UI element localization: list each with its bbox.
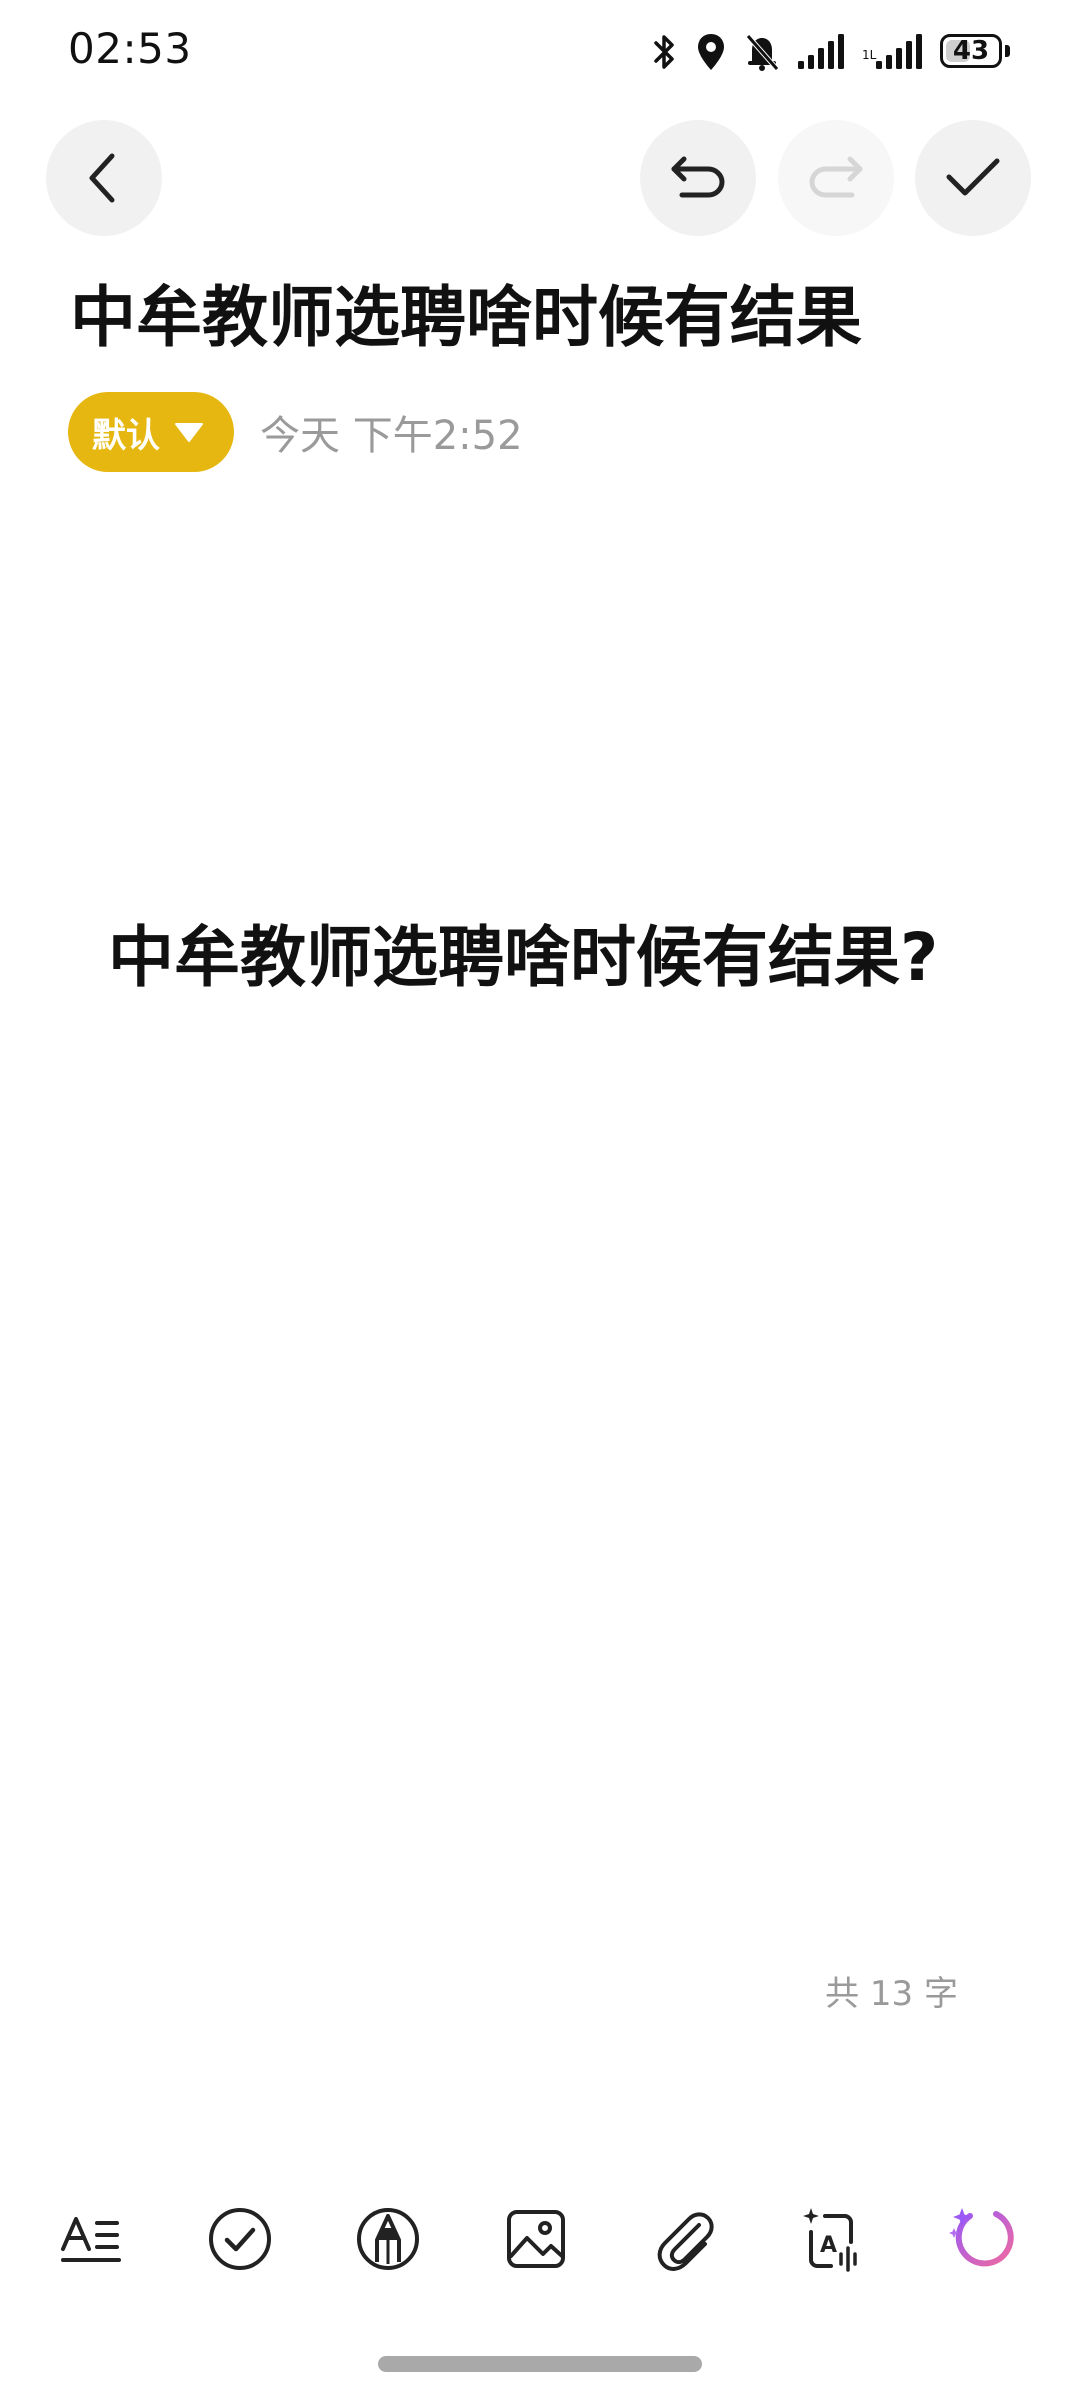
undo-icon [671, 156, 725, 198]
attachment-button[interactable] [630, 2184, 740, 2294]
note-meta: 默认 今天 下午2:52 [68, 392, 523, 472]
category-label: 默认 [92, 415, 160, 456]
ai-assistant-button[interactable] [926, 2184, 1036, 2294]
checklist-icon [209, 2208, 271, 2270]
check-icon [946, 158, 1000, 196]
done-button[interactable] [915, 120, 1031, 236]
ai-text-icon: A [803, 2208, 857, 2272]
status-bar: 02:53 1L 43 [0, 0, 1080, 100]
note-title[interactable]: 中牟教师选聘啥时候有结果 [70, 281, 862, 355]
pen-button[interactable] [333, 2184, 443, 2294]
triangle-down-icon [175, 423, 203, 442]
ai-assistant-icon [949, 2208, 1014, 2267]
battery-level: 43 [952, 36, 990, 66]
chevron-left-icon [89, 153, 115, 203]
svg-text:A: A [820, 2233, 837, 2258]
status-icons: 1L 43 [652, 30, 1010, 74]
image-icon [507, 2210, 565, 2268]
redo-button[interactable] [778, 120, 894, 236]
insert-image-button[interactable] [481, 2184, 591, 2294]
svg-text:1L: 1L [862, 48, 877, 62]
home-indicator[interactable] [378, 2356, 702, 2372]
battery-icon: 43 [940, 34, 1010, 70]
text-format-button[interactable] [36, 2184, 146, 2294]
attachment-icon [657, 2212, 714, 2271]
note-timestamp: 今天 下午2:52 [260, 413, 523, 459]
signal-icon-2: 1L [862, 34, 922, 69]
redo-icon [809, 156, 863, 198]
text-format-icon [61, 2217, 121, 2262]
editor-toolbar: A [0, 2184, 1080, 2294]
bell-off-icon [746, 34, 779, 71]
pen-icon [357, 2208, 419, 2270]
undo-button[interactable] [640, 120, 756, 236]
checklist-button[interactable] [185, 2184, 295, 2294]
note-body-text[interactable]: 中牟教师选聘啥时候有结果? [108, 918, 938, 997]
location-icon [698, 34, 724, 70]
back-button[interactable] [46, 120, 162, 236]
bluetooth-icon [654, 35, 674, 69]
status-time: 02:53 [68, 24, 192, 73]
word-count: 共 13 字 [825, 1974, 958, 2014]
signal-icon [798, 34, 844, 69]
ai-text-button[interactable]: A [778, 2184, 888, 2294]
category-dropdown[interactable]: 默认 [68, 392, 234, 472]
